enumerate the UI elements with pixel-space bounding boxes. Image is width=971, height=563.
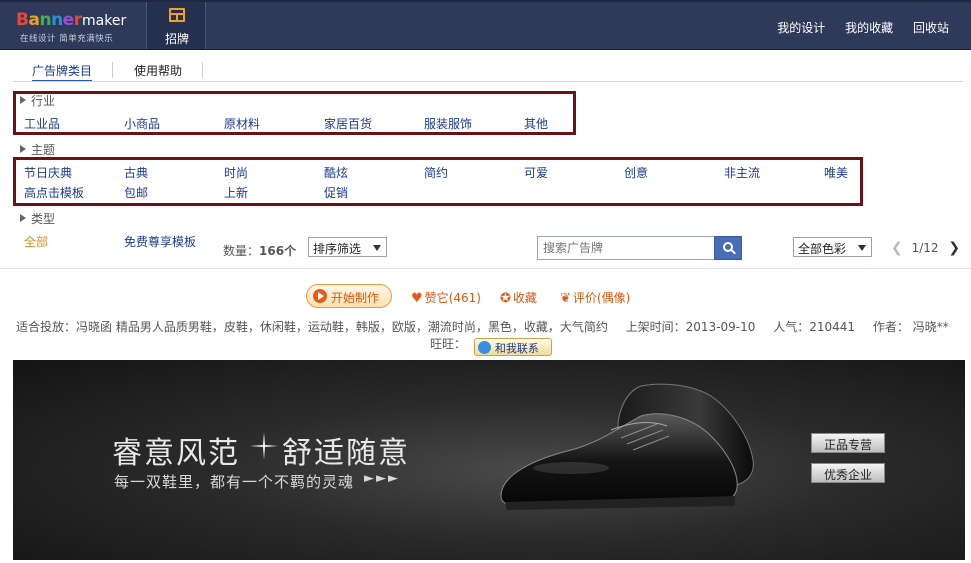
banner-arrows: ►►►: [364, 471, 400, 486]
logo-slogan: 在线设计 简单充满快乐: [20, 34, 114, 44]
contact-me-button[interactable]: 和我联系: [473, 338, 552, 356]
tab-divider: [202, 62, 203, 78]
play-icon: [313, 289, 327, 303]
recycle-bin-link[interactable]: 回收站: [913, 21, 949, 35]
divider: [0, 268, 971, 269]
theme-item[interactable]: 非主流: [724, 164, 760, 181]
action-row: 开始制作 ♥ 赞它(461) ✪ 收藏 ❦ 评价(偶像): [0, 284, 971, 310]
favorite-button[interactable]: ✪ 收藏: [500, 289, 537, 306]
tab-divider: [112, 62, 113, 78]
my-favorites-link[interactable]: 我的收藏: [845, 21, 893, 35]
expand-triangle-icon: [20, 214, 26, 222]
popularity: 人气：210441: [773, 320, 856, 334]
sparkle-icon: [250, 432, 278, 460]
author: 作者： 冯晓**: [872, 320, 949, 334]
industry-item-home[interactable]: 家居百货: [324, 115, 372, 132]
badge-genuine: 正品专营: [811, 433, 885, 453]
theme-item[interactable]: 高点击模板: [24, 184, 84, 201]
dropdown-arrow-icon: [858, 245, 866, 251]
usage-text: 适合投放：冯晓函 精品男人品质男鞋，皮鞋，休闲鞋，运动鞋，韩版，欧版，潮流时尚，…: [16, 320, 608, 334]
theme-item[interactable]: 古典: [124, 164, 148, 181]
listed-date: 上架时间：2013-09-10: [625, 320, 756, 334]
star-icon: ✪: [500, 291, 511, 306]
theme-section-title[interactable]: 主题: [20, 141, 55, 158]
tab-help[interactable]: 使用帮助: [134, 62, 182, 79]
theme-item[interactable]: 节日庆典: [24, 164, 72, 181]
theme-item[interactable]: 时尚: [224, 164, 248, 181]
theme-item[interactable]: 唯美: [824, 164, 848, 181]
industry-item-raw-materials[interactable]: 原材料: [224, 115, 260, 132]
pagination: ❮ 1/12 ❯: [891, 240, 960, 256]
like-button[interactable]: ♥ 赞它(461): [411, 289, 481, 306]
shoe-image: [500, 383, 754, 510]
banner-maker-logo[interactable]: Banner maker 在线设计 简单充满快乐: [16, 8, 136, 46]
dropdown-arrow-icon: [373, 245, 381, 251]
my-designs-link[interactable]: 我的设计: [777, 21, 825, 35]
tabs-underline: [13, 81, 963, 82]
page-indicator: 1/12: [911, 241, 939, 255]
start-design-button[interactable]: 开始制作: [306, 284, 392, 308]
theme-item[interactable]: 可爱: [524, 164, 548, 181]
review-button[interactable]: ❦ 评价(偶像): [560, 289, 630, 306]
color-select[interactable]: 全部色彩: [793, 237, 872, 257]
industry-item-other[interactable]: 其他: [524, 115, 548, 132]
industry-highlight-box: [13, 91, 576, 135]
theme-item[interactable]: 创意: [624, 164, 648, 181]
nav-tab-label: 招牌: [164, 32, 189, 46]
template-info: 适合投放：冯晓函 精品男人品质男鞋，皮鞋，休闲鞋，运动鞋，韩版，欧版，潮流时尚，…: [16, 318, 963, 335]
industry-item-industrial[interactable]: 工业品: [24, 115, 60, 132]
industry-item-apparel[interactable]: 服装服饰: [424, 115, 472, 132]
theme-item[interactable]: 酷炫: [324, 164, 348, 181]
top-links: 我的设计 我的收藏 回收站: [761, 19, 949, 36]
comment-icon: ❦: [560, 291, 571, 306]
top-bar: Banner maker 在线设计 简单充满快乐 招牌 我的设计 我的收藏 回收…: [0, 0, 971, 50]
industry-item-small-goods[interactable]: 小商品: [124, 115, 160, 132]
banner-subtitle: 每一双鞋里，都有一个不羁的灵魂: [114, 473, 355, 491]
tab-ad-categories[interactable]: 广告牌类目: [32, 62, 93, 82]
type-section-title[interactable]: 类型: [20, 210, 55, 227]
result-count: 数量：166个: [223, 244, 297, 258]
expand-triangle-icon: [20, 145, 26, 153]
theme-item[interactable]: 上新: [224, 184, 248, 201]
next-page-icon[interactable]: ❯: [948, 240, 960, 256]
category-tabs: 广告牌类目 使用帮助: [16, 62, 956, 82]
signboard-icon: [169, 8, 185, 22]
theme-item[interactable]: 简约: [424, 164, 448, 181]
sort-select[interactable]: 排序筛选: [308, 237, 387, 257]
nav-tab-signboard[interactable]: 招牌: [146, 2, 206, 49]
search-button[interactable]: [714, 236, 742, 260]
wangwang-row: 旺旺： 和我联系: [430, 335, 552, 356]
theme-item[interactable]: 包邮: [124, 184, 148, 201]
wangwang-icon: [477, 341, 491, 354]
heart-icon: ♥: [411, 291, 423, 306]
logo-maker-text: maker: [82, 13, 127, 29]
filter-row: 数量：166个 排序筛选 全部色彩 ❮ 1/12 ❯: [0, 236, 971, 262]
prev-page-icon[interactable]: ❮: [891, 240, 903, 256]
search-input[interactable]: [537, 236, 715, 260]
banner-preview[interactable]: 睿意风范 舒适随意 每一双鞋里，都有一个不羁的灵魂 ►►► 正品专营 优秀企业: [13, 360, 965, 560]
logo-word: Banner: [16, 10, 82, 30]
badge-excellent: 优秀企业: [811, 463, 885, 483]
theme-item[interactable]: 促销: [324, 184, 348, 201]
